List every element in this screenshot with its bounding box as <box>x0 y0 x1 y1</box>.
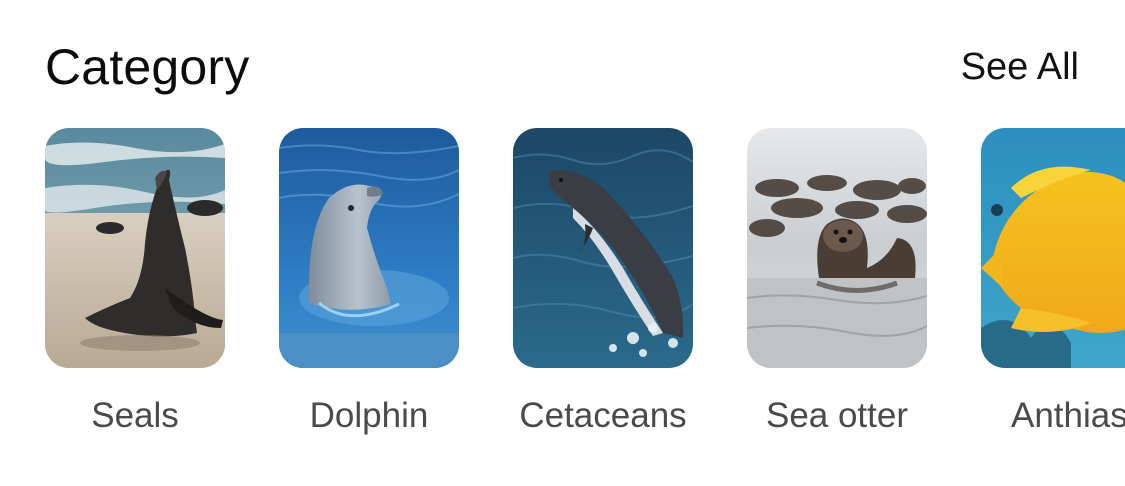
category-card-seals[interactable]: Seals <box>45 128 225 435</box>
category-carousel[interactable]: Seals Dolphin Cetaceans Sea otter Anthia… <box>0 128 1125 458</box>
category-card-dolphin[interactable]: Dolphin <box>279 128 459 435</box>
category-card-sea-otter[interactable]: Sea otter <box>747 128 927 435</box>
category-label: Dolphin <box>309 396 429 435</box>
seal-image <box>45 128 225 368</box>
category-card-anthias[interactable]: Anthias <box>981 128 1125 435</box>
category-label: Anthias <box>1011 396 1125 435</box>
category-card-cetaceans[interactable]: Cetaceans <box>513 128 693 435</box>
category-label: Seals <box>91 396 179 435</box>
section-header: Category See All <box>45 34 1079 104</box>
category-label: Sea otter <box>765 396 909 435</box>
see-all-link[interactable]: See All <box>961 46 1079 89</box>
category-label: Cetaceans <box>519 396 687 435</box>
yellow-fish-image <box>981 128 1125 368</box>
leaping-dolphin-image <box>513 128 693 368</box>
dolphin-image <box>279 128 459 368</box>
section-title: Category <box>45 39 250 95</box>
sea-otter-image <box>747 128 927 368</box>
